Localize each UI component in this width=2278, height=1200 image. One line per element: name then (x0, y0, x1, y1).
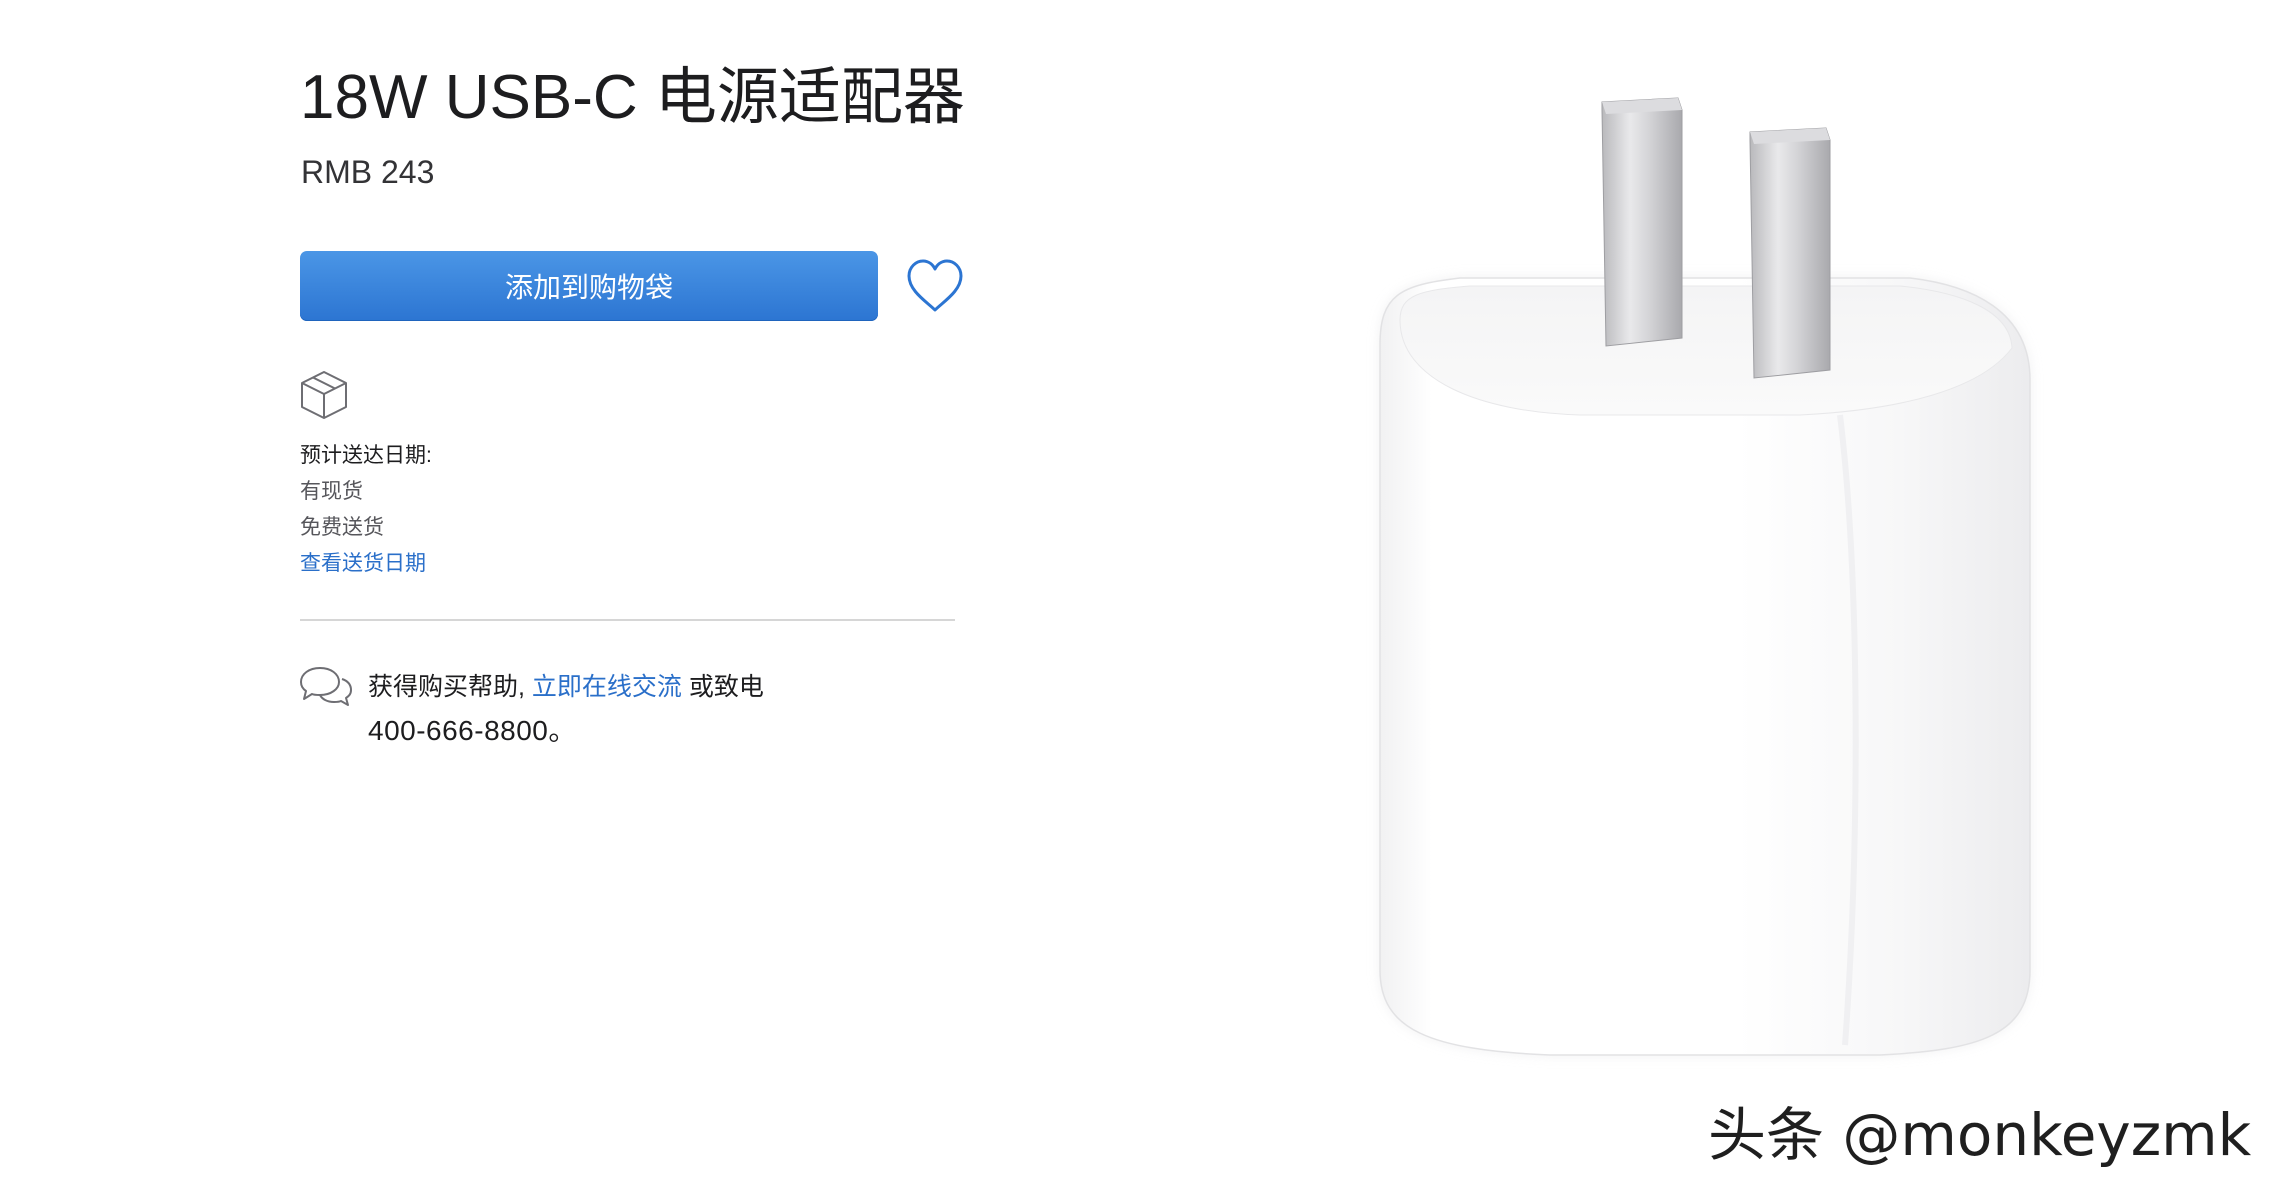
help-text-call: 或致电 (688, 673, 764, 701)
chat-bubbles-icon (300, 667, 352, 706)
box-icon (301, 371, 347, 419)
chat-now-link[interactable]: 立即在线交流 (532, 673, 682, 701)
add-to-bag-button[interactable]: 添加到购物袋 (300, 251, 878, 321)
check-delivery-dates-link[interactable]: 查看送货日期 (300, 546, 432, 582)
purchase-help: 获得购买帮助, 立即在线交流 或致电 400-666-8800。 (368, 665, 888, 754)
product-price: RMB 243 (301, 154, 435, 190)
shipping-info: 免费送货 (300, 516, 384, 539)
availability-status: 有现货 (300, 480, 363, 503)
product-image (1379, 97, 2031, 1056)
help-text: 获得购买帮助, (368, 673, 525, 701)
watermark: 头条 @monkeyzmk (1708, 1101, 2252, 1169)
delivery-info: 预计送达日期: 有现货 免费送货 查看送货日期 (300, 438, 432, 582)
heart-icon[interactable] (905, 258, 965, 314)
product-title: 18W USB-C 电源适配器 (300, 63, 965, 132)
section-divider (300, 619, 955, 621)
delivery-label: 预计送达日期: (300, 444, 432, 467)
phone-number: 400-666-8800。 (368, 715, 577, 746)
